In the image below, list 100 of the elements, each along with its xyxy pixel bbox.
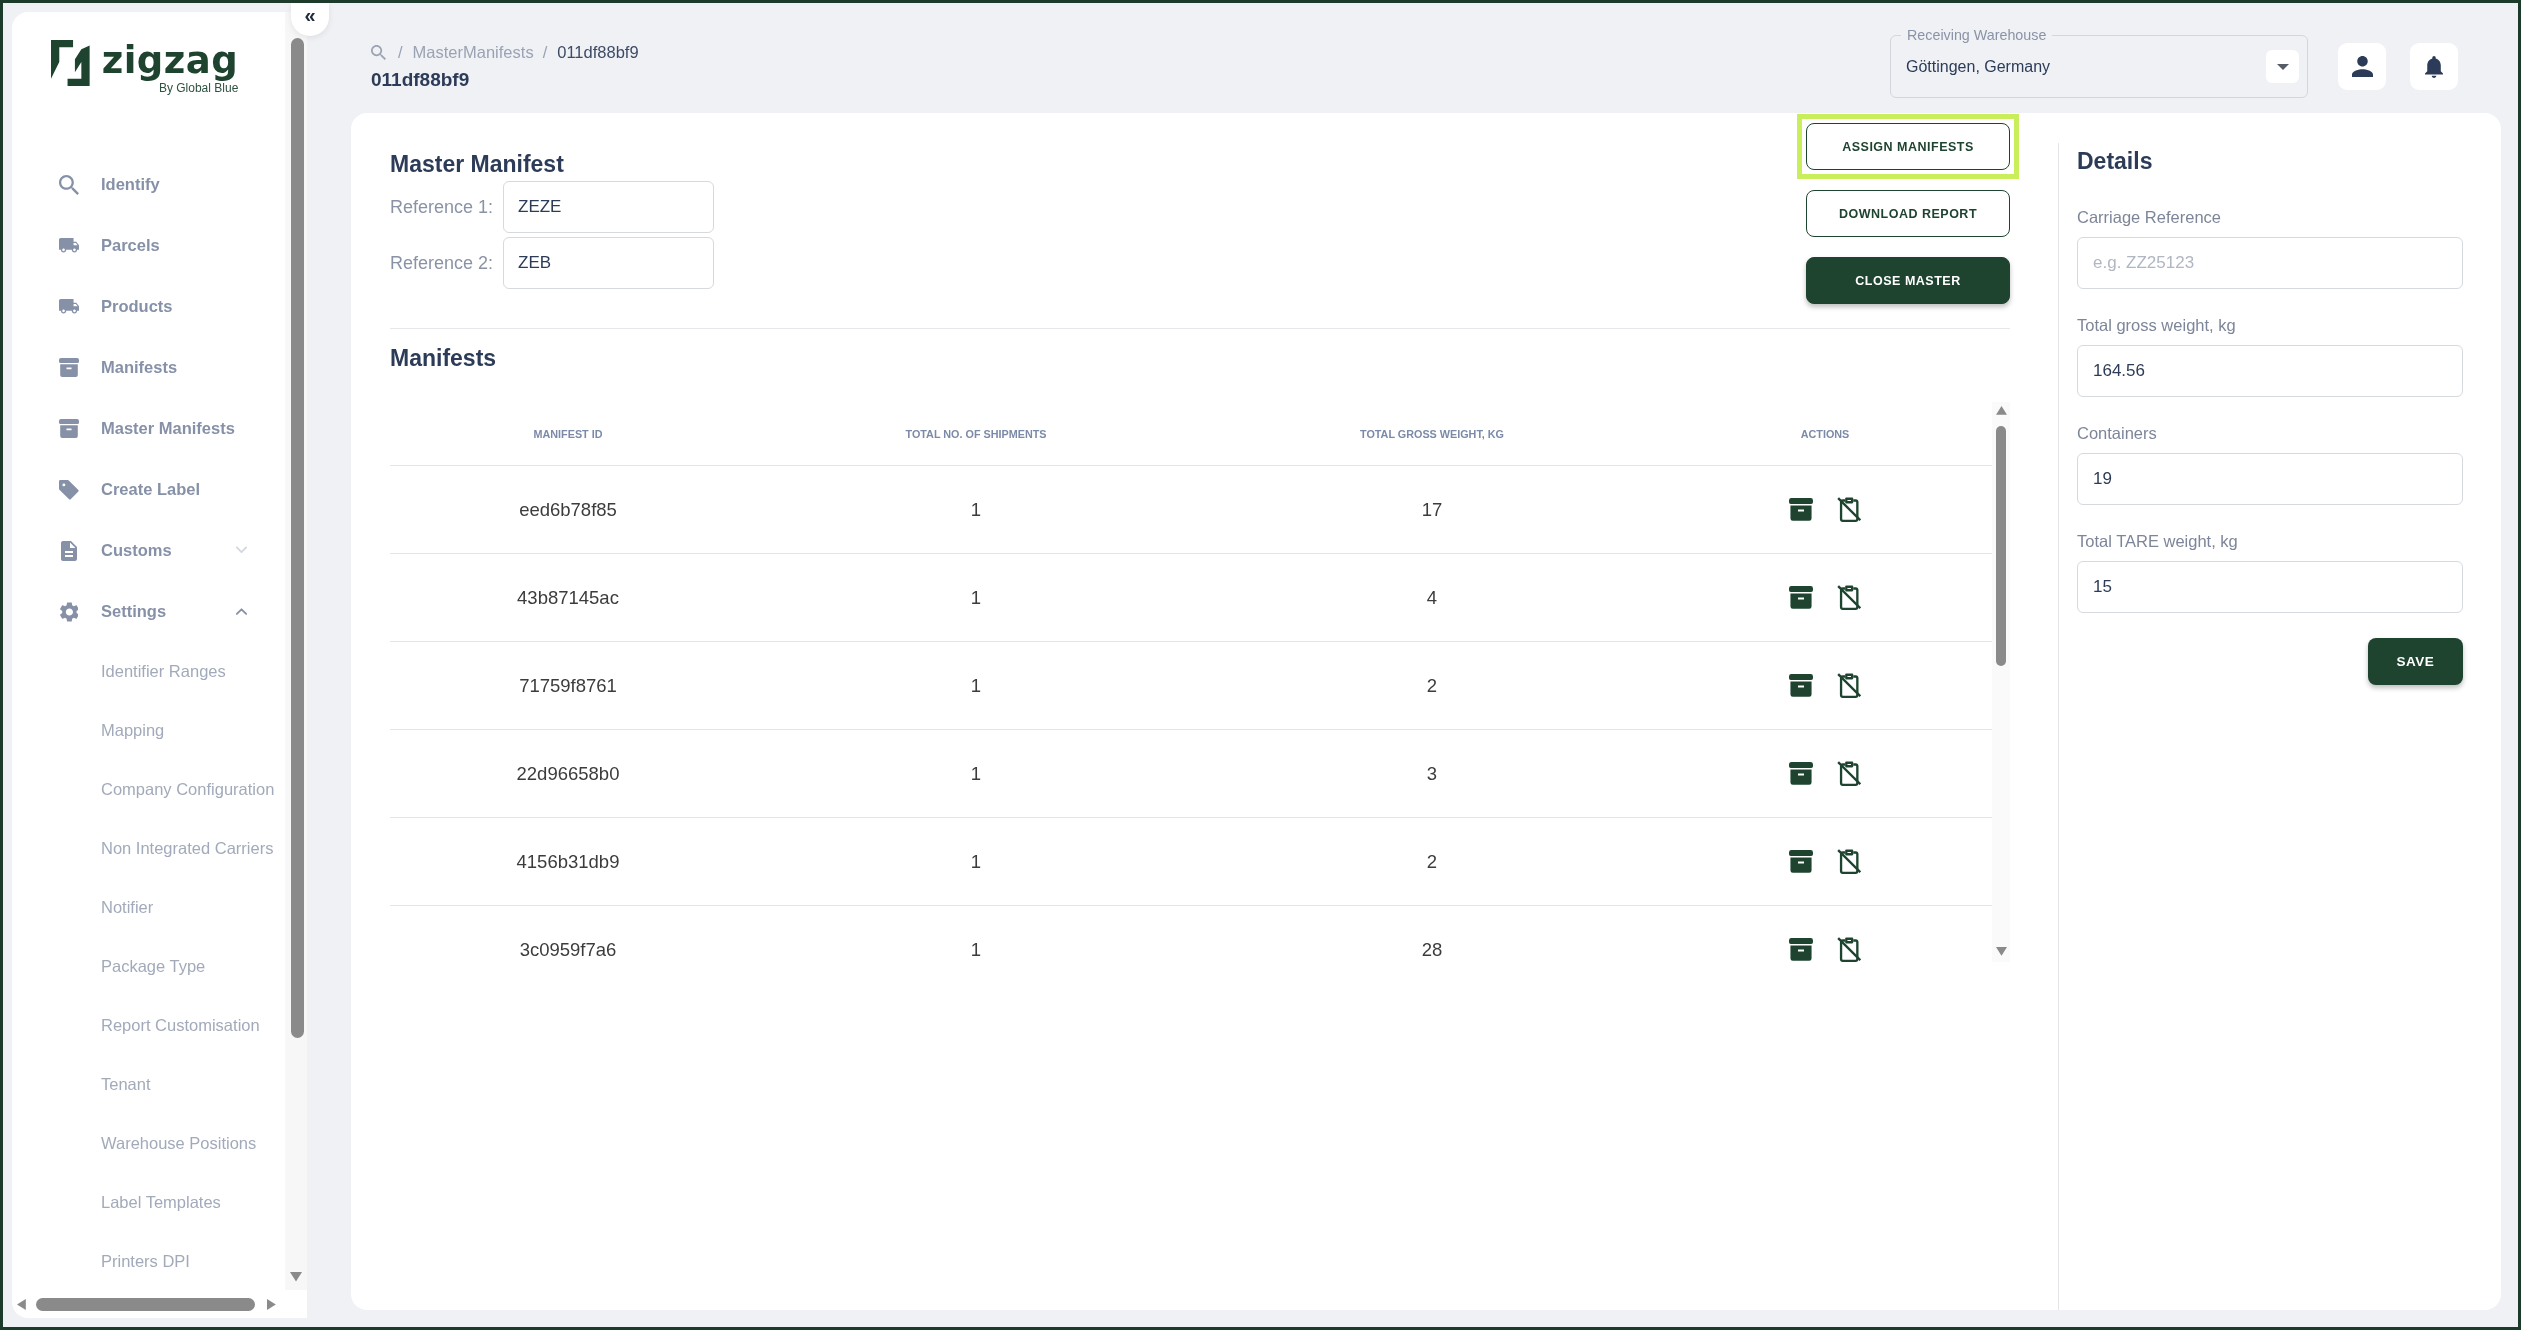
tag-icon: [59, 479, 79, 500]
nav-subitem[interactable]: Company Configuration: [12, 760, 285, 819]
triangle-down-icon[interactable]: [1995, 947, 2007, 956]
nav-subitem[interactable]: Report Customisation: [12, 996, 285, 1055]
manifest-id: 22d96658b0: [516, 762, 620, 785]
shipment-count: 1: [970, 762, 982, 785]
manifest-id: 43b87145ac: [517, 586, 619, 609]
collapse-button[interactable]: «: [291, 3, 329, 36]
save-button[interactable]: SAVE: [2368, 638, 2463, 685]
field-label: Total TARE weight, kg: [2077, 531, 2239, 551]
caret-down-icon: [2276, 63, 2289, 70]
clipboard-off-icon[interactable]: [1836, 673, 1862, 698]
section-title: Manifests: [390, 344, 498, 372]
clipboard-off-icon[interactable]: [1836, 937, 1862, 962]
dropdown-button[interactable]: [2266, 50, 2299, 83]
section-title: Master Manifest: [390, 150, 565, 178]
field-label: Receiving Warehouse: [1901, 26, 2053, 44]
nav-item[interactable]: Products: [12, 276, 285, 337]
text-field[interactable]: ZEZE: [503, 181, 714, 233]
column-header: TOTAL GROSS WEIGHT, KG: [1360, 427, 1504, 440]
nav-item[interactable]: Parcels: [12, 215, 285, 276]
text-field[interactable]: ZEB: [503, 237, 714, 289]
notifications-button[interactable]: [2410, 43, 2458, 90]
shipment-count: 1: [970, 938, 982, 961]
clipboard-off-icon[interactable]: [1836, 497, 1862, 522]
column-header: TOTAL NO. OF SHIPMENTS: [905, 427, 1047, 440]
action-button[interactable]: ASSIGN MANIFESTS: [1806, 123, 2010, 170]
field-label: Reference 2:: [390, 252, 495, 274]
user-button[interactable]: [2338, 43, 2386, 90]
chevron-up-icon[interactable]: [235, 607, 248, 616]
scrollbar-thumb[interactable]: [35, 1297, 255, 1311]
triangle-left-icon[interactable]: [17, 1298, 26, 1310]
nav-item[interactable]: Create Label: [12, 459, 285, 520]
logo-tagline: By Global Blue: [158, 81, 239, 95]
archive-box-icon[interactable]: [1788, 586, 1813, 609]
column-header: MANIFEST ID: [533, 427, 603, 440]
truck-icon: [59, 299, 79, 314]
nav-item[interactable]: Master Manifests: [12, 398, 285, 459]
nav-subitem[interactable]: Printers DPI: [12, 1232, 285, 1290]
nav-item[interactable]: Manifests: [12, 337, 285, 398]
manifest-id: 3c0959f7a6: [519, 938, 617, 961]
column-header: ACTIONS: [1800, 427, 1850, 440]
archive-box-icon[interactable]: [1788, 498, 1813, 521]
search-icon: [59, 174, 79, 195]
gross-weight: 2: [1426, 850, 1438, 873]
clipboard-off-icon[interactable]: [1836, 849, 1862, 874]
archive-box-icon[interactable]: [1788, 938, 1813, 961]
manifest-id: 71759f8761: [519, 674, 617, 697]
gross-weight: 17: [1421, 498, 1443, 521]
archive-box-icon[interactable]: [1788, 674, 1813, 697]
breadcrumb-separator: /: [542, 42, 548, 62]
archive-box-icon: [59, 419, 79, 438]
clipboard-off-icon[interactable]: [1836, 585, 1862, 610]
shipment-count: 1: [970, 586, 982, 609]
nav-subitem[interactable]: Warehouse Positions: [12, 1114, 285, 1173]
field-label: Containers: [2077, 423, 2158, 443]
action-button[interactable]: CLOSE MASTER: [1806, 257, 2010, 304]
nav-subitem[interactable]: Notifier: [12, 878, 285, 937]
nav-subitem[interactable]: Identifier Ranges: [12, 642, 285, 701]
nav-subitem[interactable]: Non Integrated Carriers: [12, 819, 285, 878]
nav-item[interactable]: Identify: [12, 154, 285, 215]
scrollbar-thumb[interactable]: [291, 38, 304, 1038]
field-label: Total gross weight, kg: [2077, 315, 2237, 335]
triangle-down-icon[interactable]: [290, 1272, 302, 1282]
scrollbar-thumb[interactable]: [1996, 425, 2006, 666]
shipment-count: 1: [970, 850, 982, 873]
text-field[interactable]: 164.56: [2077, 345, 2463, 397]
triangle-up-icon[interactable]: [1995, 406, 2007, 415]
action-button[interactable]: DOWNLOAD REPORT: [1806, 190, 2010, 237]
field-label: Carriage Reference: [2077, 207, 2222, 227]
clipboard-off-icon[interactable]: [1836, 761, 1862, 786]
gross-weight: 2: [1426, 674, 1438, 697]
gross-weight: 4: [1426, 586, 1438, 609]
gross-weight: 28: [1421, 938, 1443, 961]
nav-subitem[interactable]: Label Templates: [12, 1173, 285, 1232]
nav-subitem[interactable]: Mapping: [12, 701, 285, 760]
gross-weight: 3: [1426, 762, 1438, 785]
document-icon: [61, 540, 77, 561]
text-field[interactable]: 19: [2077, 453, 2463, 505]
archive-box-icon: [59, 358, 79, 377]
gear-icon: [59, 601, 79, 622]
person-icon: [2351, 56, 2373, 77]
nav-item[interactable]: Customs: [12, 520, 285, 581]
section-title: Details: [2077, 147, 2154, 175]
breadcrumb-link[interactable]: MasterManifests: [412, 42, 534, 62]
nav-subitem[interactable]: Package Type: [12, 937, 285, 996]
text-field[interactable]: 15: [2077, 561, 2463, 613]
archive-box-icon[interactable]: [1788, 762, 1813, 785]
logo-icon: [51, 40, 90, 86]
bell-icon: [2424, 55, 2443, 78]
nav-subitem[interactable]: Tenant: [12, 1055, 285, 1114]
shipment-count: 1: [970, 498, 982, 521]
field-label: Reference 1:: [390, 196, 495, 218]
truck-icon: [59, 238, 79, 253]
breadcrumb-separator: /: [398, 42, 403, 62]
archive-box-icon[interactable]: [1788, 850, 1813, 873]
manifest-id: eed6b78f85: [519, 498, 617, 521]
nav-item[interactable]: Settings: [12, 581, 285, 642]
text-field[interactable]: e.g. ZZ25123: [2077, 237, 2463, 289]
triangle-right-icon[interactable]: [266, 1298, 276, 1310]
